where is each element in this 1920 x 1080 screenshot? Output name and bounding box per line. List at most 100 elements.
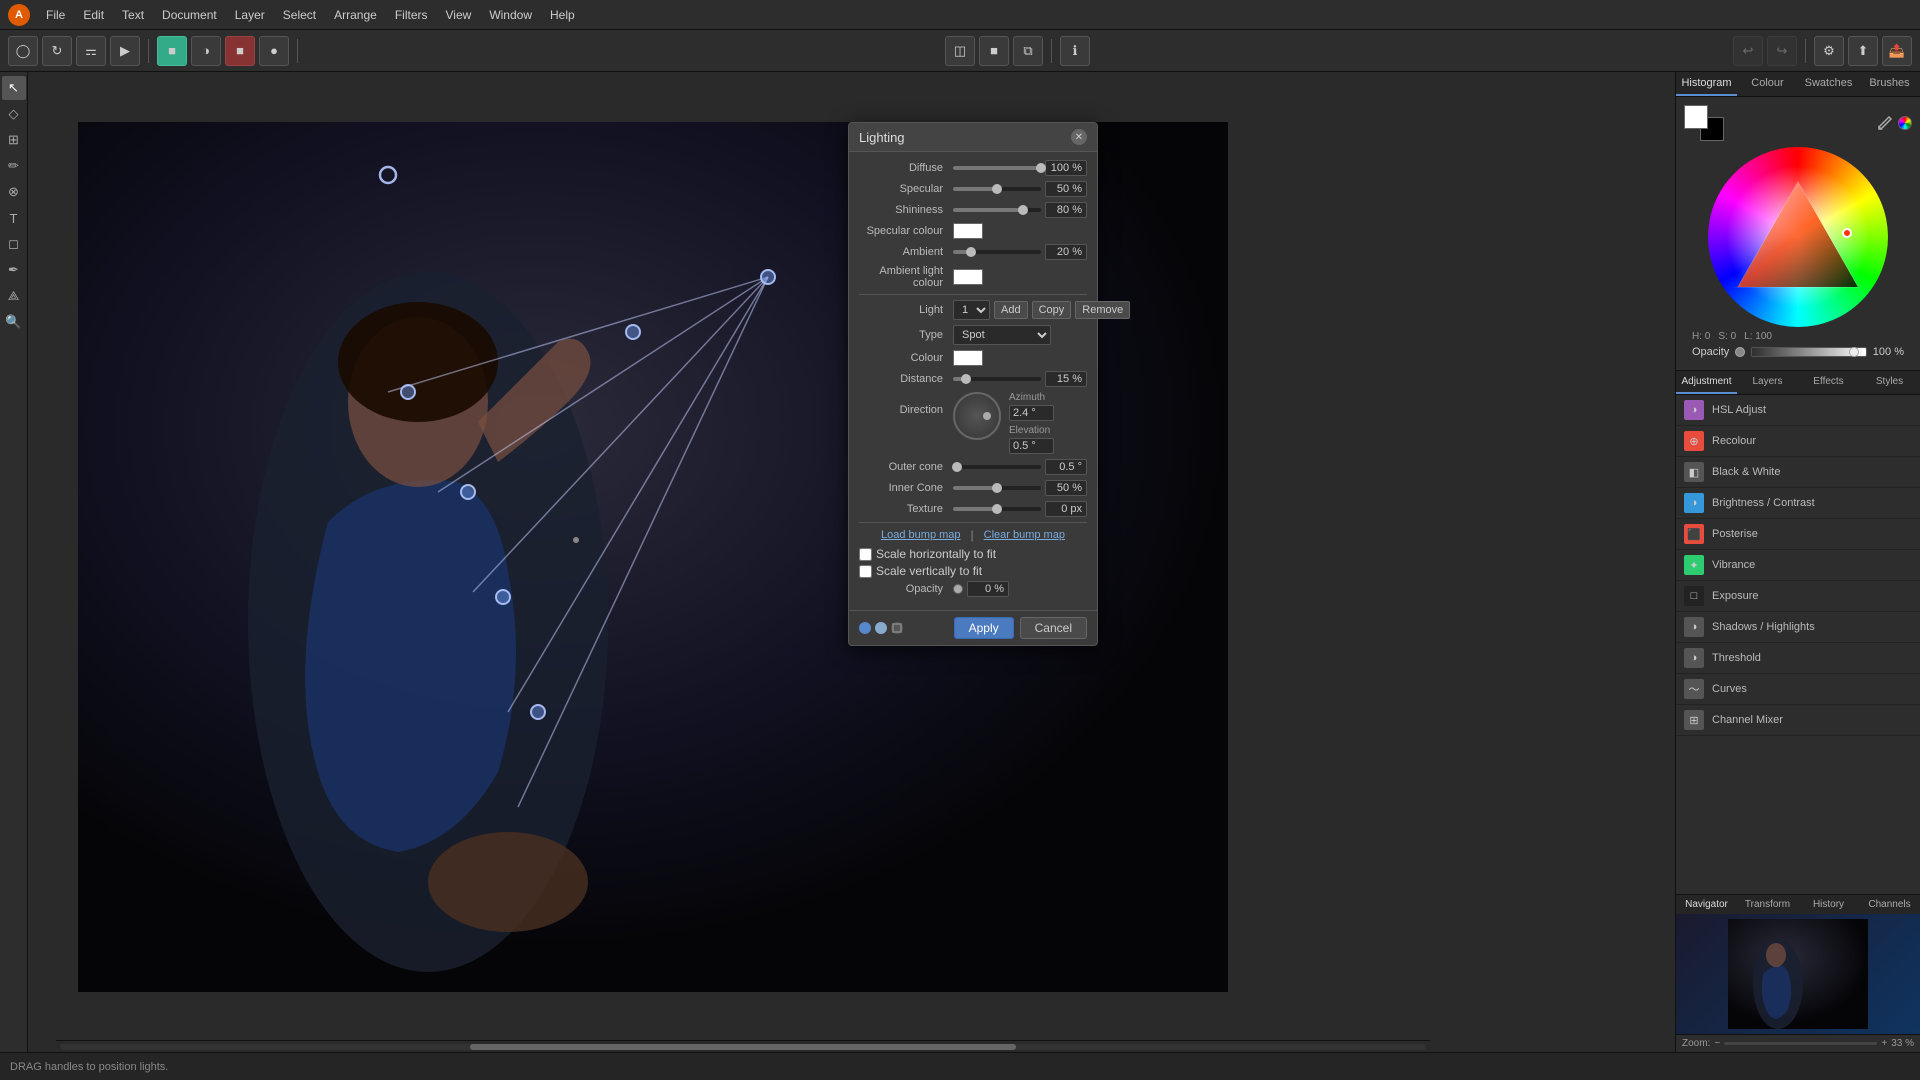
adj-item-black-&-white[interactable]: ◧ Black & White <box>1676 457 1920 488</box>
light-colour-swatch[interactable] <box>953 350 983 366</box>
tool-move[interactable]: ↖ <box>2 76 26 100</box>
h-scroll-thumb[interactable] <box>470 1044 1016 1050</box>
publish-btn[interactable]: 📤 <box>1882 36 1912 66</box>
mode-icon-1[interactable] <box>859 622 871 634</box>
adj-item-exposure[interactable]: □ Exposure <box>1676 581 1920 612</box>
mode-icon-3[interactable] <box>891 622 903 634</box>
light-selector[interactable]: 1 2 3 <box>953 300 990 320</box>
zoom-slider[interactable] <box>1724 1042 1877 1045</box>
export-btn[interactable]: ⬆ <box>1848 36 1878 66</box>
menu-edit[interactable]: Edit <box>75 5 112 25</box>
tool-zoom[interactable]: 🔍 <box>2 310 26 334</box>
distance-slider[interactable] <box>953 377 1041 381</box>
cancel-button[interactable]: Cancel <box>1020 617 1087 639</box>
menu-help[interactable]: Help <box>542 5 583 25</box>
fg-bg-swatches[interactable] <box>1684 105 1724 141</box>
foreground-swatch[interactable] <box>1684 105 1708 129</box>
menu-text[interactable]: Text <box>114 5 152 25</box>
copy-light-button[interactable]: Copy <box>1032 301 1072 319</box>
circle-btn[interactable]: ● <box>259 36 289 66</box>
tab-styles[interactable]: Styles <box>1859 371 1920 394</box>
dialog-close-button[interactable]: ✕ <box>1071 129 1087 145</box>
specular-slider[interactable] <box>953 187 1041 191</box>
new-btn[interactable]: ◯ <box>8 36 38 66</box>
apply-button[interactable]: Apply <box>954 617 1014 639</box>
color-wheel[interactable] <box>1708 147 1888 327</box>
tool-crop[interactable]: ⊞ <box>2 128 26 152</box>
scale-v-checkbox[interactable] <box>859 565 872 578</box>
tool-fill[interactable]: ⊗ <box>2 180 26 204</box>
direction-wheel[interactable] <box>953 392 1001 440</box>
mode-icon-2[interactable] <box>875 622 887 634</box>
tab-effects[interactable]: Effects <box>1798 371 1859 394</box>
tab-colour[interactable]: Colour <box>1737 72 1798 96</box>
redo-btn[interactable]: ↪ <box>1767 36 1797 66</box>
contrast-btn[interactable]: ◑ <box>191 36 221 66</box>
elevation-input[interactable] <box>1009 438 1054 454</box>
color-btn[interactable]: ■ <box>157 36 187 66</box>
tab-adjustment[interactable]: Adjustment <box>1676 371 1737 394</box>
tab-channels[interactable]: Channels <box>1859 895 1920 914</box>
tab-history[interactable]: History <box>1798 895 1859 914</box>
adj-item-recolour[interactable]: ⊕ Recolour <box>1676 426 1920 457</box>
color-mode-icon[interactable] <box>1898 116 1912 130</box>
adj-item-channel-mixer[interactable]: ⊞ Channel Mixer <box>1676 705 1920 736</box>
tool-shape[interactable]: ◻ <box>2 232 26 256</box>
menu-filters[interactable]: Filters <box>387 5 436 25</box>
type-selector[interactable]: Spot Point Directional <box>953 325 1051 345</box>
tab-histogram[interactable]: Histogram <box>1676 72 1737 96</box>
assist-btn[interactable]: ⧉ <box>1013 36 1043 66</box>
adj-item-brightness-contrast[interactable]: ◑ Brightness / Contrast <box>1676 488 1920 519</box>
diffuse-slider[interactable] <box>953 166 1041 170</box>
add-light-button[interactable]: Add <box>994 301 1028 319</box>
adj-item-threshold[interactable]: ◑ Threshold <box>1676 643 1920 674</box>
azimuth-input[interactable] <box>1009 405 1054 421</box>
mask-btn[interactable]: ■ <box>979 36 1009 66</box>
opacity-thumb[interactable] <box>1849 347 1859 357</box>
menu-layer[interactable]: Layer <box>227 5 273 25</box>
ambient-slider[interactable] <box>953 250 1041 254</box>
zoom-minus[interactable]: − <box>1714 1038 1720 1049</box>
menu-document[interactable]: Document <box>154 5 225 25</box>
tab-layers[interactable]: Layers <box>1737 371 1798 394</box>
edit-icon[interactable] <box>1876 114 1894 132</box>
clear-bump-map-button[interactable]: Clear bump map <box>984 529 1065 541</box>
specular-colour-swatch[interactable] <box>953 223 983 239</box>
menu-window[interactable]: Window <box>481 5 540 25</box>
adj-item-curves[interactable]: 〜 Curves <box>1676 674 1920 705</box>
inner-cone-slider[interactable] <box>953 486 1041 490</box>
tool-paint[interactable]: ✏ <box>2 154 26 178</box>
zoom-plus[interactable]: + <box>1881 1038 1887 1049</box>
tool-pen[interactable]: ✒ <box>2 258 26 282</box>
undo-btn[interactable]: ↩ <box>1733 36 1763 66</box>
outer-cone-slider[interactable] <box>953 465 1041 469</box>
tab-brushes[interactable]: Brushes <box>1859 72 1920 96</box>
tool-blend[interactable]: ⟁ <box>2 284 26 308</box>
tab-transform[interactable]: Transform <box>1737 895 1798 914</box>
remove-light-button[interactable]: Remove <box>1075 301 1130 319</box>
tab-navigator[interactable]: Navigator <box>1676 895 1737 914</box>
color-select-dot[interactable] <box>1842 228 1852 238</box>
open-btn[interactable]: ↻ <box>42 36 72 66</box>
texture-slider[interactable] <box>953 507 1041 511</box>
scale-h-checkbox[interactable] <box>859 548 872 561</box>
tool-text[interactable]: T <box>2 206 26 230</box>
tab-swatches[interactable]: Swatches <box>1798 72 1859 96</box>
adj-item-shadows-highlights[interactable]: ◑ Shadows / Highlights <box>1676 612 1920 643</box>
info-btn[interactable]: ℹ <box>1060 36 1090 66</box>
adj-item-hsl-adjust[interactable]: ◑ HSL Adjust <box>1676 395 1920 426</box>
opacity-slider[interactable] <box>1751 347 1867 357</box>
ambient-colour-swatch[interactable] <box>953 269 983 285</box>
zoom-thumb[interactable] <box>573 537 579 543</box>
hsl-btn[interactable]: ■ <box>225 36 255 66</box>
shininess-slider[interactable] <box>953 208 1041 212</box>
history-btn[interactable]: ▶ <box>110 36 140 66</box>
settings-btn[interactable]: ⚙ <box>1814 36 1844 66</box>
menu-arrange[interactable]: Arrange <box>326 5 385 25</box>
menu-file[interactable]: File <box>38 5 73 25</box>
grid-btn[interactable]: ◫ <box>945 36 975 66</box>
horizontal-scrollbar[interactable] <box>56 1040 1430 1052</box>
menu-select[interactable]: Select <box>275 5 324 25</box>
snap-btn[interactable]: ⚎ <box>76 36 106 66</box>
adj-item-vibrance[interactable]: ✦ Vibrance <box>1676 550 1920 581</box>
